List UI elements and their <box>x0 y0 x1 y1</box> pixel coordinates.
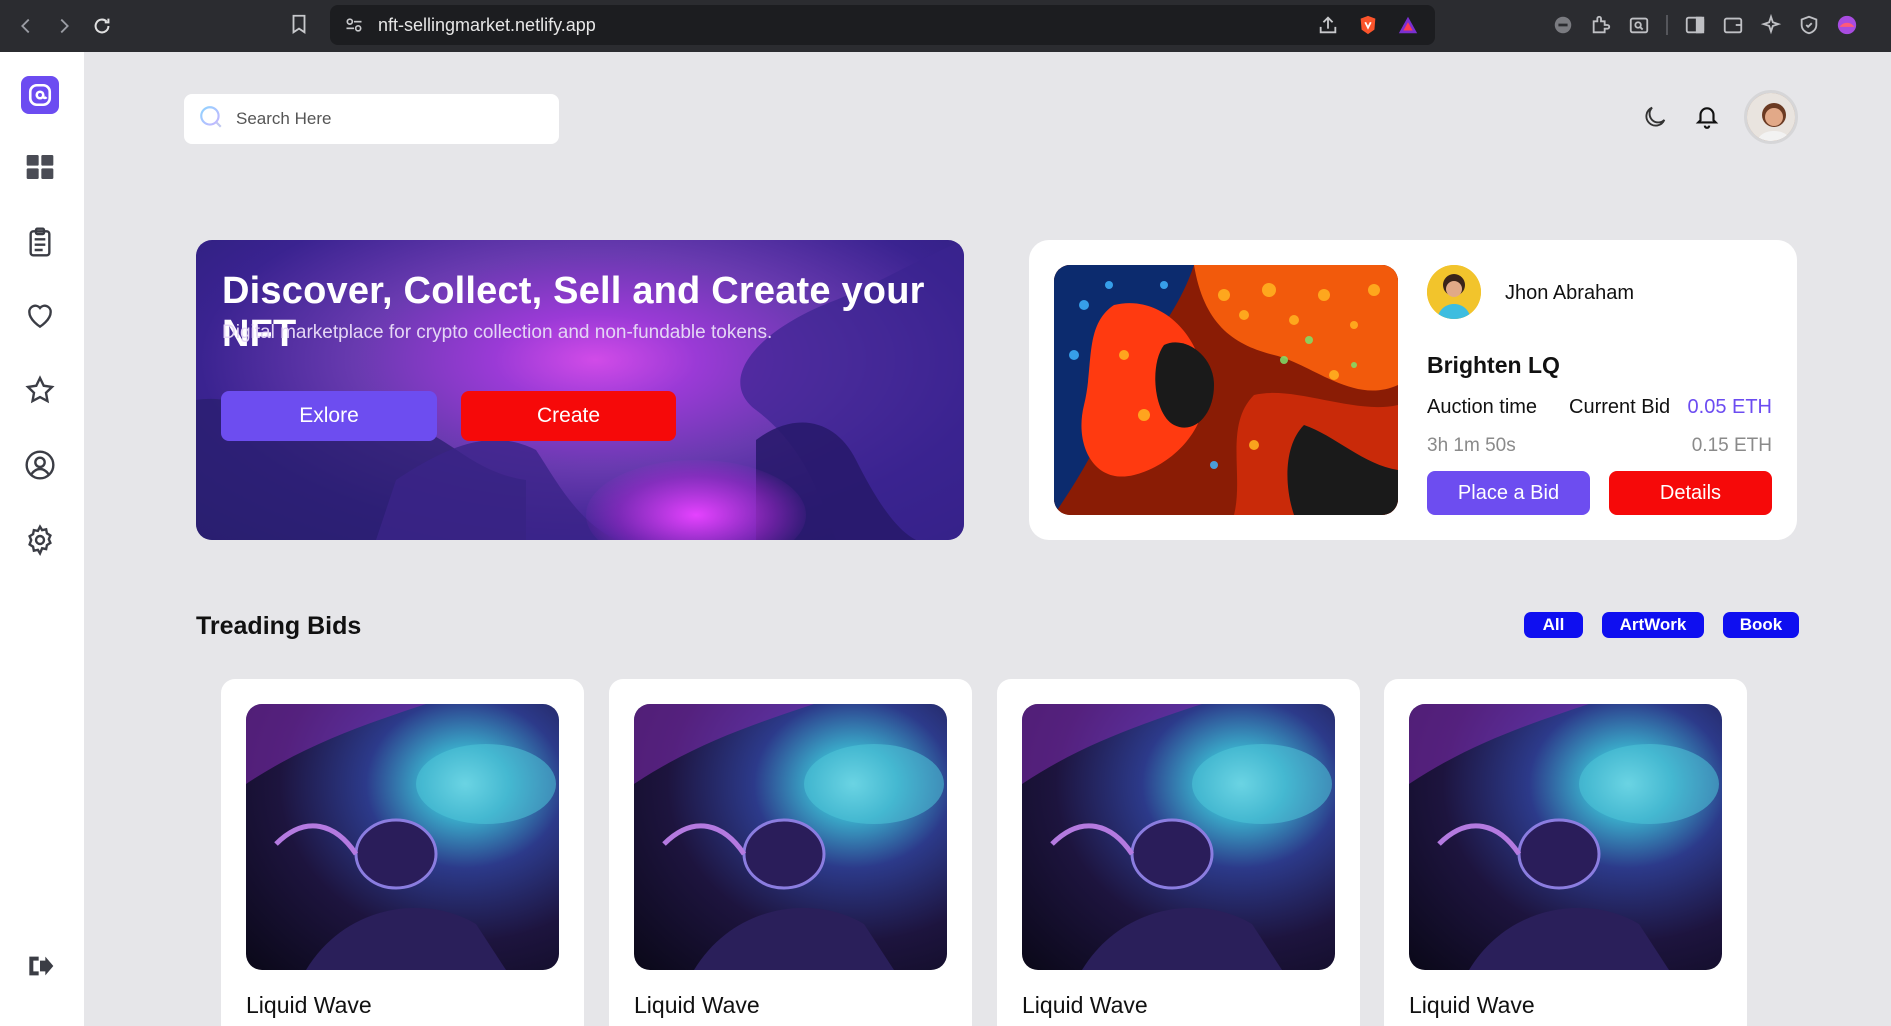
back-icon[interactable] <box>8 8 44 44</box>
filter-all[interactable]: All <box>1524 612 1583 638</box>
bookmark-icon[interactable] <box>288 12 310 41</box>
nft-card-name: Liquid Wave <box>634 992 760 1018</box>
sidebar-toggle-icon[interactable] <box>1684 14 1706 36</box>
nft-card-name: Liquid Wave <box>1409 992 1535 1018</box>
wallet-icon[interactable] <box>1722 14 1744 36</box>
filter-pills: All ArtWork Book <box>1524 612 1799 638</box>
filter-artwork[interactable]: ArtWork <box>1602 612 1704 638</box>
site-settings-icon[interactable] <box>344 15 364 35</box>
section-title: Treading Bids <box>196 612 362 640</box>
nft-card-image[interactable] <box>1022 704 1335 970</box>
nft-card-name: Liquid Wave <box>246 992 372 1018</box>
avatar[interactable] <box>1744 90 1798 144</box>
hero-subtitle: Digital marketplace for crypto collectio… <box>222 322 773 343</box>
filter-book[interactable]: Book <box>1723 612 1799 638</box>
create-button[interactable]: Create <box>461 391 676 441</box>
featured-nft-card: Jhon Abraham Brighten LQ Auction time Cu… <box>1029 240 1797 540</box>
nft-card-image[interactable] <box>246 704 559 970</box>
browser-toolbar: nft-sellingmarket.netlify.app <box>0 0 1891 52</box>
nft-title: Brighten LQ <box>1427 352 1560 378</box>
nft-card-image[interactable] <box>1409 704 1722 970</box>
reload-icon[interactable] <box>84 8 120 44</box>
owner-avatar[interactable] <box>1427 265 1481 319</box>
brave-rewards-icon[interactable] <box>1397 14 1419 36</box>
current-bid-label: Current Bid <box>1569 396 1671 418</box>
nft-card[interactable]: Liquid Wave <box>997 679 1360 1026</box>
search-box[interactable] <box>184 94 559 144</box>
notification-bell-icon[interactable] <box>1692 102 1722 132</box>
extensions-puzzle-icon[interactable] <box>1590 14 1612 36</box>
app-logo[interactable] <box>21 76 59 114</box>
forward-icon[interactable] <box>46 8 82 44</box>
nft-card[interactable]: Liquid Wave <box>1384 679 1747 1026</box>
share-icon[interactable] <box>1317 14 1339 36</box>
search-icon <box>198 104 224 135</box>
address-bar[interactable]: nft-sellingmarket.netlify.app <box>330 5 1435 45</box>
vpn-icon[interactable] <box>1798 14 1820 36</box>
place-bid-button[interactable]: Place a Bid <box>1427 471 1590 515</box>
owner-name: Jhon Abraham <box>1505 282 1634 304</box>
heart-icon[interactable] <box>22 298 58 334</box>
search-input[interactable] <box>236 109 536 129</box>
nft-card[interactable]: Liquid Wave <box>609 679 972 1026</box>
current-bid-value: 0.05 ETH <box>1687 396 1772 418</box>
clipboard-icon[interactable] <box>22 224 58 260</box>
screenshot-icon[interactable] <box>1628 14 1650 36</box>
dark-mode-moon-icon[interactable] <box>1640 102 1670 132</box>
profile-icon[interactable] <box>1836 14 1858 36</box>
hero-banner: Discover, Collect, Sell and Create your … <box>196 240 964 540</box>
featured-nft-image[interactable] <box>1054 265 1398 515</box>
url-text: nft-sellingmarket.netlify.app <box>378 14 596 35</box>
explore-button[interactable]: Exlore <box>221 391 437 441</box>
extension-icon[interactable] <box>1552 14 1574 36</box>
user-icon[interactable] <box>22 447 58 483</box>
auction-time-label: Auction time <box>1427 396 1538 418</box>
nft-card-image[interactable] <box>634 704 947 970</box>
logout-icon[interactable] <box>22 948 58 984</box>
details-button[interactable]: Details <box>1609 471 1772 515</box>
auction-time-value: 3h 1m 50s <box>1427 435 1516 456</box>
nft-card-name: Liquid Wave <box>1022 992 1148 1018</box>
dashboard-icon[interactable] <box>22 149 58 185</box>
secondary-bid-value: 0.15 ETH <box>1691 435 1772 456</box>
sidebar <box>0 52 84 1026</box>
brave-shield-icon[interactable] <box>1357 14 1379 36</box>
leo-ai-icon[interactable] <box>1760 14 1782 36</box>
nft-card[interactable]: Liquid Wave <box>221 679 584 1026</box>
settings-gear-icon[interactable] <box>22 522 58 558</box>
star-icon[interactable] <box>22 372 58 408</box>
